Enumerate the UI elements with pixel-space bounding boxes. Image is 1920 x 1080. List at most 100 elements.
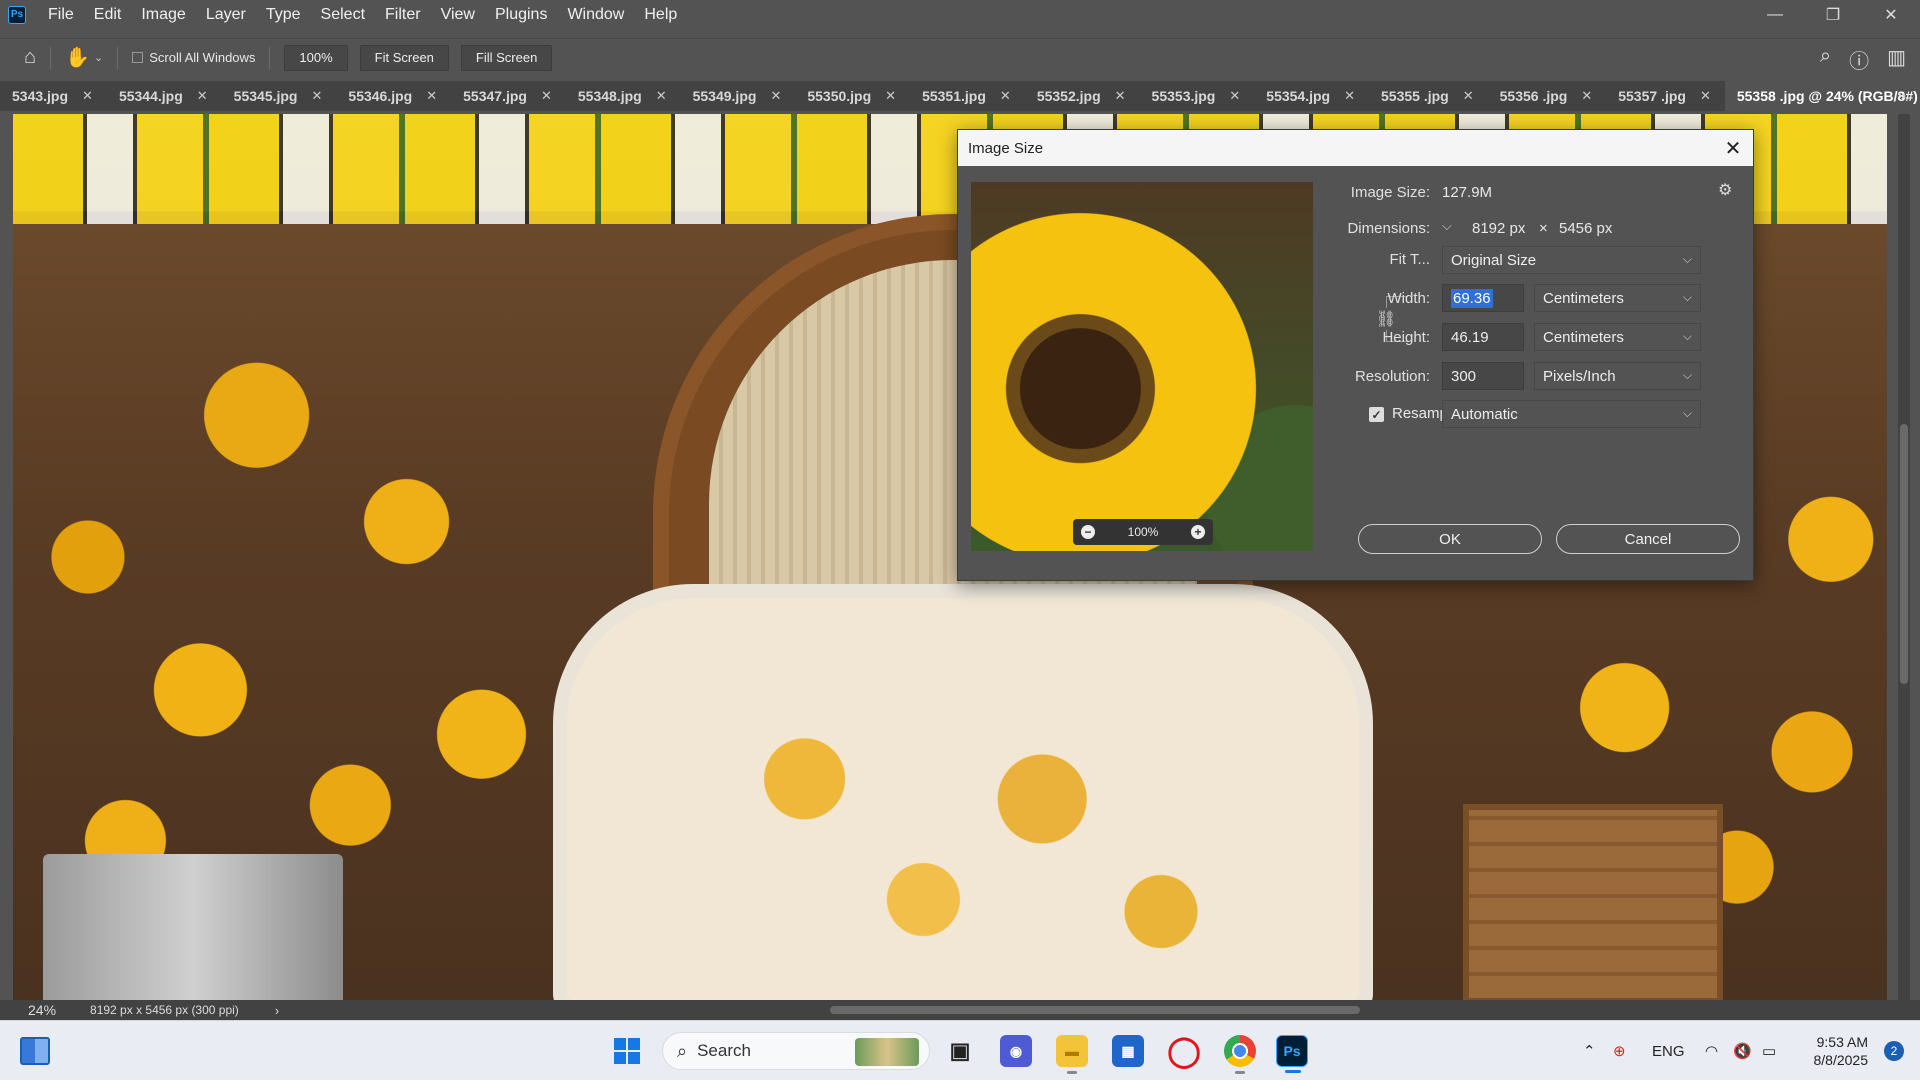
tab-label: 55344.jpg — [118, 88, 183, 104]
zoom-out-icon[interactable]: − — [1081, 525, 1095, 539]
tab-document[interactable]: 55355 .jpg ✕ — [1369, 81, 1488, 111]
tab-document[interactable]: 55354.jpg ✕ — [1254, 81, 1369, 111]
scrollbar-thumb[interactable] — [1900, 424, 1908, 684]
close-icon[interactable]: ✕ — [82, 88, 93, 104]
show-hidden-icons[interactable]: ⌃ — [1583, 1021, 1596, 1080]
tab-document[interactable]: 55348.jpg ✕ — [566, 81, 681, 111]
zoom-level[interactable]: 24% — [28, 1002, 56, 1018]
ok-button[interactable]: OK — [1358, 524, 1542, 554]
notification-badge[interactable]: 2 — [1884, 1041, 1904, 1061]
close-icon[interactable]: ✕ — [1000, 88, 1011, 104]
cancel-button[interactable]: Cancel — [1556, 524, 1740, 554]
maximize-button[interactable]: ❐ — [1804, 0, 1862, 29]
close-icon[interactable]: ✕ — [312, 88, 323, 104]
tab-document[interactable]: 55345.jpg ✕ — [222, 81, 337, 111]
help-icon[interactable]: ⓘ — [1849, 45, 1869, 74]
menu-filter[interactable]: Filter — [375, 6, 431, 24]
menu-plugins[interactable]: Plugins — [485, 6, 557, 24]
taskbar-clock[interactable]: 9:53 AM 8/8/2025 — [1814, 1033, 1869, 1069]
tab-document[interactable]: 55344.jpg ✕ — [107, 81, 222, 111]
close-icon[interactable]: ✕ — [885, 88, 896, 104]
link-icon[interactable]: ⛓ — [1376, 308, 1396, 330]
chrome-icon[interactable] — [1224, 1035, 1256, 1074]
tab-document[interactable]: 55350.jpg ✕ — [795, 81, 910, 111]
close-icon[interactable]: ✕ — [1700, 88, 1711, 104]
tab-document[interactable]: 55351.jpg ✕ — [910, 81, 1025, 111]
chevron-down-icon[interactable]: ⌄ — [94, 51, 103, 64]
close-icon[interactable]: ✕ — [1581, 88, 1592, 104]
more-tabs-icon[interactable]: » — [1897, 87, 1906, 105]
tab-document[interactable]: 55356 .jpg ✕ — [1488, 81, 1607, 111]
search-icon[interactable]: ⌕ — [1820, 45, 1831, 74]
home-icon[interactable]: ⌂ — [24, 46, 36, 69]
width-unit-dropdown[interactable]: Centimeters ⌵ — [1534, 284, 1701, 312]
tab-document[interactable]: 55349.jpg ✕ — [681, 81, 796, 111]
close-icon[interactable]: ✕ — [770, 88, 781, 104]
close-icon[interactable]: ✕ — [1344, 88, 1355, 104]
menu-help[interactable]: Help — [634, 6, 687, 24]
height-input[interactable]: 46.19 — [1442, 323, 1524, 351]
scroll-all-windows-checkbox[interactable]: Scroll All Windows — [132, 50, 255, 65]
resolution-input[interactable]: 300 — [1442, 362, 1524, 390]
tab-document[interactable]: 55353.jpg ✕ — [1140, 81, 1255, 111]
menu-edit[interactable]: Edit — [84, 6, 132, 24]
zoom-in-icon[interactable]: + — [1190, 525, 1205, 539]
close-window-button[interactable]: ✕ — [1862, 0, 1920, 29]
image-preview[interactable]: − 100% + — [971, 182, 1313, 551]
tab-document[interactable]: 55357 .jpg ✕ — [1606, 81, 1725, 111]
scrollbar-thumb[interactable] — [830, 1006, 1360, 1014]
fit-to-dropdown[interactable]: Original Size ⌵ — [1442, 246, 1701, 274]
close-icon[interactable]: ✕ — [197, 88, 208, 104]
status-menu-arrow[interactable]: › — [275, 1003, 279, 1018]
vertical-scrollbar[interactable] — [1898, 114, 1910, 1000]
meet-icon[interactable]: ◉ — [1000, 1035, 1032, 1067]
resample-checkbox[interactable]: ✓ — [1369, 407, 1384, 422]
workspace-icon[interactable]: ▥ — [1887, 45, 1906, 74]
zoom-100-button[interactable]: 100% — [284, 44, 348, 71]
menu-select[interactable]: Select — [311, 6, 375, 24]
menu-image[interactable]: Image — [131, 6, 195, 24]
close-icon[interactable]: ✕ — [1721, 136, 1745, 160]
close-icon[interactable]: ✕ — [1229, 88, 1240, 104]
fill-screen-button[interactable]: Fill Screen — [460, 44, 553, 71]
battery-icon[interactable]: ▭ — [1762, 1021, 1776, 1080]
vpn-icon[interactable]: ⊕ — [1613, 1021, 1626, 1080]
tab-document[interactable]: 5343.jpg ✕ — [0, 81, 107, 111]
menu-file[interactable]: File — [38, 6, 84, 24]
photoshop-taskbar-icon[interactable]: Ps — [1276, 1035, 1308, 1073]
height-unit-dropdown[interactable]: Centimeters ⌵ — [1534, 323, 1701, 351]
wifi-icon[interactable]: ◠ — [1705, 1021, 1718, 1080]
close-icon[interactable]: ✕ — [426, 88, 437, 104]
gear-icon[interactable]: ⚙ — [1718, 180, 1732, 200]
width-input[interactable]: 69.36 — [1442, 284, 1524, 312]
menu-window[interactable]: Window — [557, 6, 634, 24]
tab-document[interactable]: 55352.jpg ✕ — [1025, 81, 1140, 111]
minimize-button[interactable]: — — [1746, 0, 1804, 29]
resample-dropdown[interactable]: Automatic ⌵ — [1442, 400, 1701, 428]
tab-document[interactable]: 55346.jpg ✕ — [336, 81, 451, 111]
store-icon[interactable]: ▦ — [1112, 1035, 1144, 1067]
checkbox-box[interactable] — [132, 52, 144, 63]
resolution-unit-dropdown[interactable]: Pixels/Inch ⌵ — [1534, 362, 1701, 390]
tab-document-active[interactable]: 55358 .jpg @ 24% (RGB/8#)✕ — [1724, 81, 1920, 111]
start-button[interactable] — [614, 1038, 640, 1064]
language-indicator[interactable]: ENG — [1652, 1021, 1685, 1080]
close-icon[interactable]: ✕ — [1463, 88, 1474, 104]
taskbar-search[interactable]: ⌕ Search — [662, 1032, 930, 1070]
close-icon[interactable]: ✕ — [1115, 88, 1126, 104]
chevron-down-icon[interactable]: ⌵ — [1442, 218, 1452, 234]
opera-icon[interactable]: ◯ — [1167, 1035, 1201, 1068]
task-view-icon[interactable]: ▣ — [944, 1035, 976, 1067]
menu-layer[interactable]: Layer — [196, 6, 256, 24]
tab-document[interactable]: 55347.jpg ✕ — [451, 81, 566, 111]
fit-screen-button[interactable]: Fit Screen — [359, 44, 449, 71]
close-icon[interactable]: ✕ — [656, 88, 667, 104]
file-explorer-icon[interactable]: ▬ — [1056, 1035, 1088, 1074]
menu-type[interactable]: Type — [256, 6, 311, 24]
hand-tool-icon[interactable]: ✋ — [65, 45, 90, 70]
volume-icon[interactable]: 🔇 — [1733, 1021, 1752, 1080]
menu-view[interactable]: View — [431, 6, 485, 24]
close-icon[interactable]: ✕ — [541, 88, 552, 104]
widgets-icon[interactable] — [20, 1037, 50, 1065]
horizontal-scrollbar[interactable] — [320, 1004, 1860, 1016]
